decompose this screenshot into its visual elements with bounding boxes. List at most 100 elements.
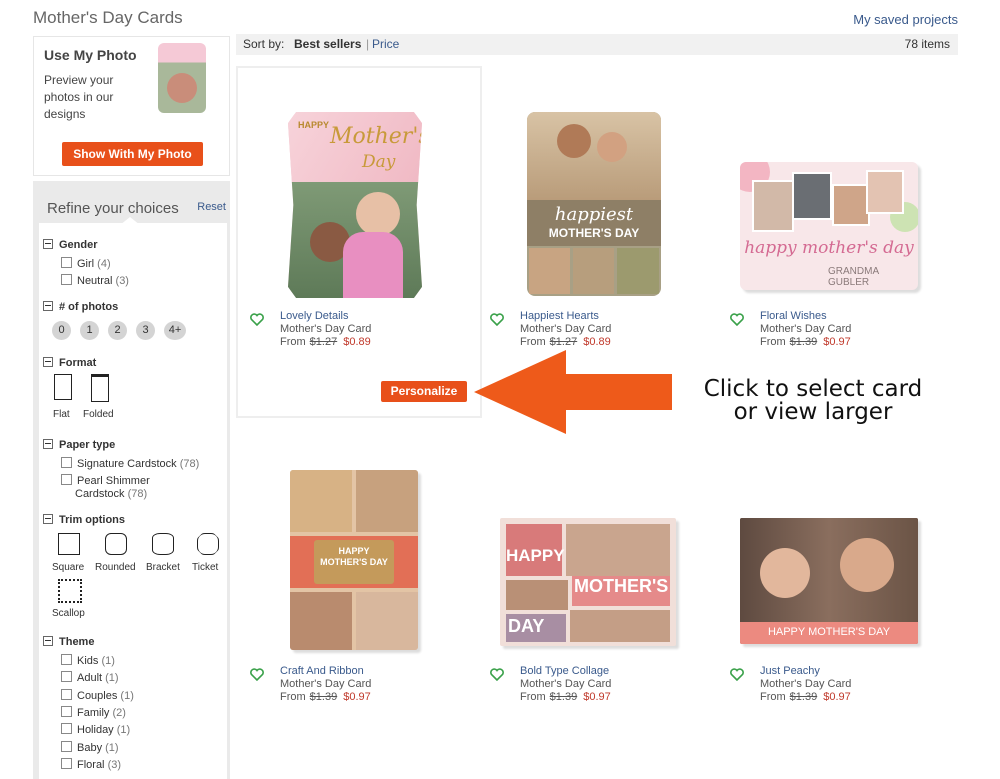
product-price: From $1.39 $0.97 xyxy=(520,691,611,703)
filter-neutral[interactable]: Neutral (3) xyxy=(61,274,129,287)
personalize-button[interactable]: Personalize xyxy=(381,381,467,402)
checkbox[interactable] xyxy=(61,689,72,700)
item-count: 78 items xyxy=(904,37,950,51)
photos-2[interactable]: 2 xyxy=(108,321,127,340)
card-image-floral-wishes[interactable]: happy mother's day GRANDMA GUBLER xyxy=(740,162,918,290)
rounded-trim-icon[interactable] xyxy=(105,533,127,555)
checkbox[interactable] xyxy=(61,457,72,468)
card-craft-text: HAPPY MOTHER'S DAY xyxy=(320,546,388,567)
collapse-icon xyxy=(43,357,53,367)
scallop-label: Scallop xyxy=(52,608,85,619)
filter-pearl-shimmer[interactable]: Pearl Shimmer xyxy=(61,474,150,487)
filter-baby[interactable]: Baby (1) xyxy=(61,741,119,754)
sort-bar: Sort by: Best sellers | Price 78 items xyxy=(236,34,958,55)
photos-4-plus[interactable]: 4+ xyxy=(164,321,186,340)
format-section-toggle[interactable]: Format xyxy=(43,357,96,369)
refine-title: Refine your choices xyxy=(47,200,179,217)
product-price: From $1.27 $0.89 xyxy=(280,336,371,348)
product-name[interactable]: Lovely Details xyxy=(280,310,348,322)
card-image-lovely-details[interactable]: HAPPY Mother's Day xyxy=(288,112,422,298)
square-trim-icon[interactable] xyxy=(58,533,80,555)
favorite-heart-icon[interactable] xyxy=(730,313,744,326)
product-price: From $1.39 $0.97 xyxy=(280,691,371,703)
gender-section-toggle[interactable]: Gender xyxy=(43,239,98,251)
scallop-trim-icon[interactable] xyxy=(58,579,82,603)
checkbox[interactable] xyxy=(61,706,72,717)
product-type: Mother's Day Card xyxy=(520,678,612,690)
favorite-heart-icon[interactable] xyxy=(490,668,504,681)
flat-format-icon[interactable] xyxy=(54,374,72,400)
folded-format-icon[interactable] xyxy=(91,374,109,402)
favorite-heart-icon[interactable] xyxy=(250,313,264,326)
sort-best-sellers[interactable]: Best sellers xyxy=(294,34,361,55)
checkbox[interactable] xyxy=(61,257,72,268)
filter-holiday[interactable]: Holiday (1) xyxy=(61,723,130,736)
checkbox[interactable] xyxy=(61,671,72,682)
photos-0[interactable]: 0 xyxy=(52,321,71,340)
card-peachy-text: HAPPY MOTHER'S DAY xyxy=(767,626,891,638)
product-type: Mother's Day Card xyxy=(760,678,852,690)
sort-separator: | xyxy=(366,37,370,51)
paper-section-toggle[interactable]: Paper type xyxy=(43,439,115,451)
sort-label: Sort by: xyxy=(243,37,285,51)
use-photo-heading: Use My Photo xyxy=(44,47,137,63)
card-happy-text: HAPPY xyxy=(298,120,330,130)
trim-section-toggle[interactable]: Trim options xyxy=(43,514,125,526)
ticket-trim-icon[interactable] xyxy=(197,533,219,555)
refine-sidebar: Refine your choices Reset Gender Girl (4… xyxy=(33,181,230,779)
bracket-trim-icon[interactable] xyxy=(152,533,174,555)
checkbox[interactable] xyxy=(61,474,72,485)
filter-floral[interactable]: Floral (3) xyxy=(61,758,121,771)
checkbox[interactable] xyxy=(61,274,72,285)
card-happiest-text: happiest xyxy=(554,204,634,225)
favorite-heart-icon[interactable] xyxy=(490,313,504,326)
checkbox[interactable] xyxy=(61,723,72,734)
product-name[interactable]: Just Peachy xyxy=(760,665,820,677)
filter-signature-cardstock[interactable]: Signature Cardstock (78) xyxy=(61,457,199,470)
collapse-icon xyxy=(43,514,53,524)
card-image-just-peachy[interactable]: HAPPY MOTHER'S DAY xyxy=(740,518,918,644)
card-bold-happy-text: HAPPY xyxy=(506,546,565,565)
checkbox[interactable] xyxy=(61,758,72,769)
filter-couples[interactable]: Couples (1) xyxy=(61,689,134,702)
ticket-label: Ticket xyxy=(192,562,219,573)
photos-3[interactable]: 3 xyxy=(136,321,155,340)
product-name[interactable]: Craft And Ribbon xyxy=(280,665,364,677)
show-with-my-photo-button[interactable]: Show With My Photo xyxy=(62,142,203,166)
checkbox[interactable] xyxy=(61,741,72,752)
product-price: From $1.39 $0.97 xyxy=(760,691,851,703)
card-bold-mothers-text: MOTHER'S xyxy=(574,576,669,596)
refine-filters: Gender Girl (4) Neutral (3) # of photos … xyxy=(39,223,227,779)
photos-1[interactable]: 1 xyxy=(80,321,99,340)
arrow-left-icon xyxy=(474,350,672,434)
filter-family[interactable]: Family (2) xyxy=(61,706,126,719)
product-name[interactable]: Happiest Hearts xyxy=(520,310,599,322)
product-type: Mother's Day Card xyxy=(280,323,372,335)
product-price: From $1.27 $0.89 xyxy=(520,336,611,348)
filter-adult[interactable]: Adult (1) xyxy=(61,671,119,684)
sort-price-link[interactable]: Price xyxy=(372,34,399,55)
product-name[interactable]: Floral Wishes xyxy=(760,310,827,322)
card-mothers-text: Mother's xyxy=(330,124,430,149)
checkbox[interactable] xyxy=(61,654,72,665)
callout-text: Click to select card or view larger xyxy=(703,376,923,425)
filter-kids[interactable]: Kids (1) xyxy=(61,654,115,667)
saved-projects-link[interactable]: My saved projects xyxy=(853,12,958,27)
favorite-heart-icon[interactable] xyxy=(250,668,264,681)
product-type: Mother's Day Card xyxy=(280,678,372,690)
sample-card-thumbnail xyxy=(158,43,206,113)
theme-section-toggle[interactable]: Theme xyxy=(43,636,94,648)
photos-section-toggle[interactable]: # of photos xyxy=(43,301,118,313)
card-image-happiest-hearts[interactable]: happiest MOTHER'S DAY xyxy=(527,112,661,296)
favorite-heart-icon[interactable] xyxy=(730,668,744,681)
card-mothers-day-text: MOTHER'S DAY xyxy=(548,226,640,240)
reset-link[interactable]: Reset xyxy=(197,201,226,213)
card-image-craft-and-ribbon[interactable]: HAPPY MOTHER'S DAY xyxy=(290,470,418,650)
filter-girl[interactable]: Girl (4) xyxy=(61,257,111,270)
card-grandma-text: GRANDMA GUBLER xyxy=(828,266,879,288)
card-day-text: Day xyxy=(362,152,396,172)
card-image-bold-type-collage[interactable]: HAPPY MOTHER'S DAY xyxy=(500,518,676,646)
product-name[interactable]: Bold Type Collage xyxy=(520,665,609,677)
page-title: Mother's Day Cards xyxy=(33,8,183,27)
use-my-photo-panel: Use My Photo Preview your photos in our … xyxy=(33,36,230,176)
